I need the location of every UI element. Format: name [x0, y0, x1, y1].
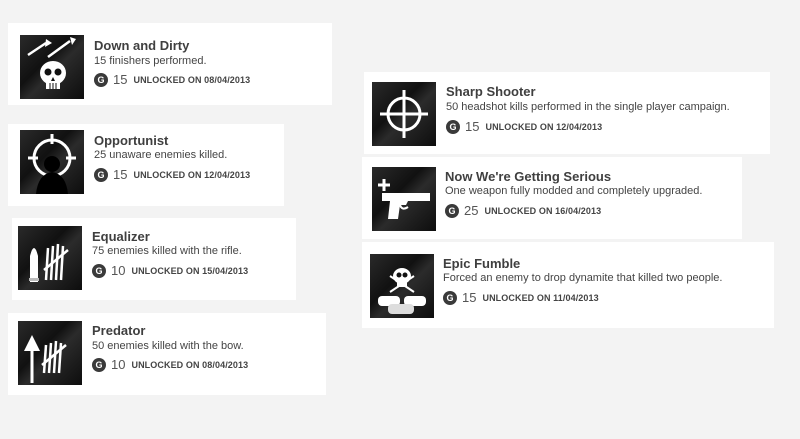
- achievement-card[interactable]: Predator 50 enemies killed with the bow.…: [8, 313, 326, 395]
- achievement-card[interactable]: Down and Dirty 15 finishers performed. G…: [8, 23, 332, 105]
- achievement-description: 15 finishers performed.: [94, 55, 207, 67]
- gamerscore-icon: G: [94, 72, 108, 87]
- achievement-title: Opportunist: [94, 133, 169, 148]
- achievement-meta: G 25 UNLOCKED ON 16/04/2013: [445, 203, 601, 218]
- gamerscore-value: 15: [465, 119, 480, 134]
- achievement-title: Predator: [92, 323, 146, 338]
- gamerscore-icon: G: [443, 290, 457, 305]
- achievement-card[interactable]: Epic Fumble Forced an enemy to drop dyna…: [362, 242, 774, 328]
- achievement-meta: G 10 UNLOCKED ON 08/04/2013: [92, 357, 248, 372]
- achievement-description: 75 enemies killed with the rifle.: [92, 245, 242, 257]
- achievement-description: 50 enemies killed with the bow.: [92, 340, 244, 352]
- arrow-tally-icon: [18, 321, 82, 385]
- gamerscore-value: 25: [464, 203, 479, 218]
- achievement-meta: G 15 UNLOCKED ON 12/04/2013: [446, 119, 602, 134]
- gamerscore-icon: G: [92, 357, 106, 372]
- achievement-meta: G 15 UNLOCKED ON 11/04/2013: [443, 290, 599, 305]
- achievement-description: 50 headshot kills performed in the singl…: [446, 101, 730, 113]
- achievement-card[interactable]: Now We're Getting Serious One weapon ful…: [362, 157, 742, 239]
- gamerscore-value: 15: [462, 290, 477, 305]
- unlock-date: UNLOCKED ON 16/04/2013: [484, 205, 602, 216]
- pistol-plus-icon: [372, 167, 436, 231]
- achievement-title: Sharp Shooter: [446, 84, 536, 99]
- gamerscore-value: 15: [113, 72, 128, 87]
- gamerscore-value: 10: [111, 357, 126, 372]
- crosshair-silhouette-icon: [20, 130, 84, 194]
- achievement-title: Epic Fumble: [443, 256, 521, 271]
- unlock-date: UNLOCKED ON 08/04/2013: [133, 74, 251, 85]
- unlock-date: UNLOCKED ON 08/04/2013: [131, 359, 249, 370]
- achievement-meta: G 15 UNLOCKED ON 12/04/2013: [94, 167, 250, 182]
- unlock-date: UNLOCKED ON 11/04/2013: [482, 292, 599, 303]
- unlock-date: UNLOCKED ON 12/04/2013: [485, 121, 603, 132]
- achievement-card[interactable]: Opportunist 25 unaware enemies killed. G…: [8, 124, 284, 206]
- achievement-meta: G 10 UNLOCKED ON 15/04/2013: [92, 263, 248, 278]
- achievement-card[interactable]: Sharp Shooter 50 headshot kills performe…: [364, 72, 770, 154]
- gamerscore-icon: G: [92, 263, 106, 278]
- skull-dynamite-icon: [370, 254, 434, 318]
- crosshair-icon: [372, 82, 436, 146]
- achievement-card[interactable]: Equalizer 75 enemies killed with the rif…: [12, 218, 296, 300]
- bullet-tally-icon: [18, 226, 82, 290]
- skull-arrows-icon: [20, 35, 84, 99]
- gamerscore-icon: G: [94, 167, 108, 182]
- achievement-description: One weapon fully modded and completely u…: [445, 185, 703, 197]
- achievement-title: Now We're Getting Serious: [445, 169, 612, 184]
- unlock-date: UNLOCKED ON 12/04/2013: [133, 169, 251, 180]
- gamerscore-value: 10: [111, 263, 126, 278]
- achievement-description: Forced an enemy to drop dynamite that ki…: [443, 272, 723, 284]
- achievement-title: Equalizer: [92, 229, 150, 244]
- achievement-meta: G 15 UNLOCKED ON 08/04/2013: [94, 72, 250, 87]
- achievement-description: 25 unaware enemies killed.: [94, 149, 228, 161]
- gamerscore-icon: G: [446, 119, 460, 134]
- gamerscore-value: 15: [113, 167, 128, 182]
- gamerscore-icon: G: [445, 203, 459, 218]
- unlock-date: UNLOCKED ON 15/04/2013: [131, 265, 249, 276]
- achievement-title: Down and Dirty: [94, 38, 190, 53]
